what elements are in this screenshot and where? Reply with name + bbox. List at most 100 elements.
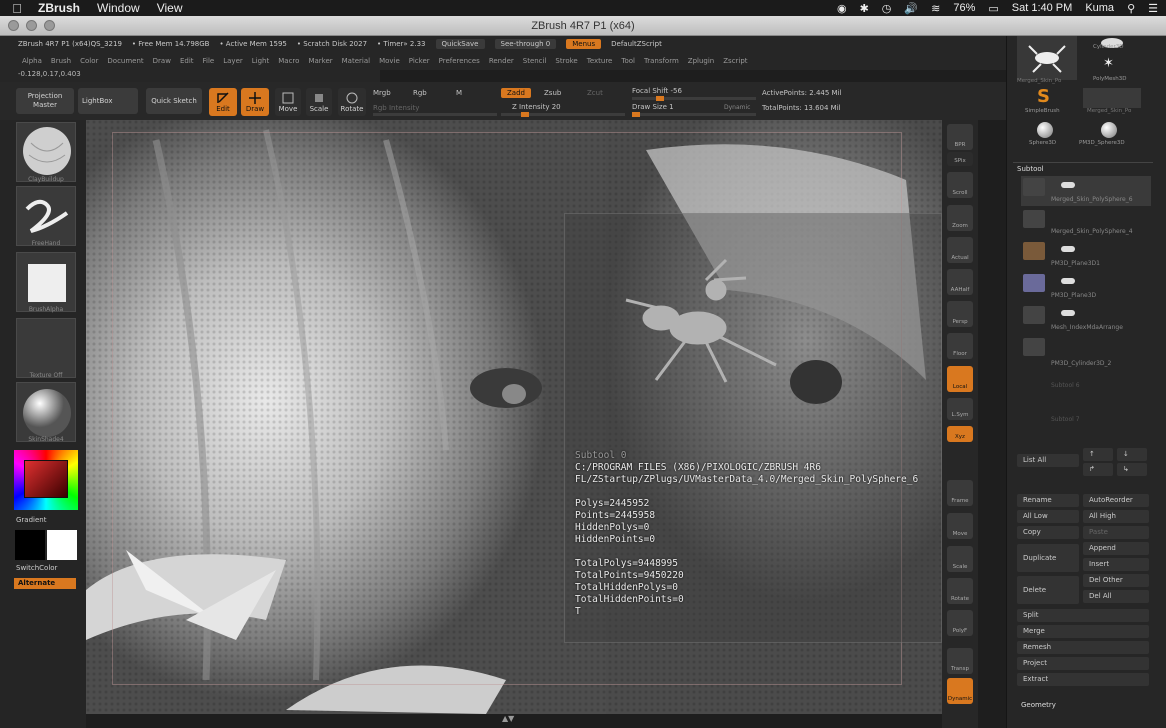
simplebrush-icon[interactable]: S xyxy=(1037,86,1050,107)
menu-preferences[interactable]: Preferences xyxy=(439,57,480,65)
alternate-button[interactable]: Alternate xyxy=(14,578,76,589)
quick-sketch-button[interactable]: Quick Sketch xyxy=(146,88,202,114)
gradient-label[interactable]: Gradient xyxy=(16,516,46,524)
draw-size-knob[interactable] xyxy=(632,112,640,117)
color-picker[interactable] xyxy=(14,450,78,510)
remesh-button[interactable]: Remesh xyxy=(1017,641,1149,654)
transp-button[interactable]: Transp xyxy=(947,648,973,674)
menu-render[interactable]: Render xyxy=(489,57,514,65)
menu-light[interactable]: Light xyxy=(252,57,269,65)
menu-document[interactable]: Document xyxy=(107,57,143,65)
battery-percent[interactable]: 76% xyxy=(953,2,975,14)
subtool-item-7[interactable]: Subtool 7 xyxy=(1021,400,1151,430)
see-through-slider[interactable]: See-through 0 xyxy=(494,39,557,49)
main-color-swatch[interactable] xyxy=(15,530,45,560)
subtool-item-1[interactable]: Merged_Skin_PolySphere_4 xyxy=(1021,208,1151,238)
current-tool-thumbnail[interactable] xyxy=(1017,36,1077,80)
polymesh-star-icon[interactable]: ✶ xyxy=(1103,56,1114,71)
menu-transform[interactable]: Transform xyxy=(644,57,679,65)
rgb-intensity-slider[interactable]: Rgb Intensity xyxy=(373,104,419,112)
move-view-button[interactable]: Move xyxy=(947,513,973,539)
default-zscript-button[interactable]: DefaultZScript xyxy=(611,40,662,48)
brush-thumbnail[interactable] xyxy=(16,122,76,182)
dynamic-button[interactable]: Dynamic xyxy=(724,104,750,111)
scale-view-button[interactable]: Scale xyxy=(947,546,973,572)
scroll-button[interactable]: Scroll xyxy=(947,172,973,198)
notification-center-icon[interactable]: ☰ xyxy=(1148,2,1158,15)
apple-icon[interactable]:  xyxy=(0,1,34,16)
draw-size-slider[interactable]: Draw Size 1 xyxy=(632,103,674,111)
sphere3d-icon[interactable] xyxy=(1037,122,1053,138)
menu-marker[interactable]: Marker xyxy=(308,57,332,65)
paste-button[interactable]: Paste xyxy=(1083,526,1149,539)
subtool-up-arrow-icon[interactable]: ↑ xyxy=(1083,448,1113,461)
subtool-item-6[interactable]: Subtool 6 xyxy=(1021,366,1151,396)
rename-button[interactable]: Rename xyxy=(1017,494,1079,507)
actual-button[interactable]: Actual xyxy=(947,237,973,263)
color-picker-square[interactable] xyxy=(24,460,68,498)
rotate-mode-button[interactable]: Rotate xyxy=(338,88,366,116)
subtool-item-0[interactable]: Merged_Skin_PolySphere_6 xyxy=(1021,176,1151,206)
pm3d-sphere-icon[interactable] xyxy=(1101,122,1117,138)
edit-mode-button[interactable]: Edit xyxy=(209,88,237,116)
bluetooth-icon[interactable]: ✱ xyxy=(860,2,869,15)
local-button[interactable]: Local xyxy=(947,366,973,392)
z-intensity-slider[interactable]: Z Intensity 20 xyxy=(512,103,561,111)
insert-button[interactable]: Insert xyxy=(1083,558,1149,571)
menu-picker[interactable]: Picker xyxy=(409,57,430,65)
subtool-visibility-toggle-3[interactable] xyxy=(1061,278,1075,284)
menu-window[interactable]: Window xyxy=(97,1,140,15)
menu-alpha[interactable]: Alpha xyxy=(22,57,42,65)
user-name[interactable]: Kuma xyxy=(1085,2,1114,14)
split-button[interactable]: Split xyxy=(1017,609,1149,622)
frame-button[interactable]: Frame xyxy=(947,480,973,506)
battery-icon[interactable]: ▭ xyxy=(988,2,998,15)
scale-mode-button[interactable]: Scale xyxy=(306,88,332,116)
lsym-button[interactable]: L.Sym xyxy=(947,398,973,420)
mrgb-button[interactable]: Mrgb xyxy=(373,89,391,97)
bpr-button[interactable]: BPR xyxy=(947,124,973,150)
subtool-item-5[interactable]: PM3D_Cylinder3D_2 xyxy=(1021,336,1151,367)
zsub-button[interactable]: Zsub xyxy=(544,89,561,97)
volume-icon[interactable]: 🔊 xyxy=(904,2,918,15)
menu-zscript[interactable]: Zscript xyxy=(723,57,747,65)
rgb-intensity-track[interactable] xyxy=(373,113,497,116)
subtool-item-3[interactable]: PM3D_Plane3D xyxy=(1021,272,1151,302)
del-all-button[interactable]: Del All xyxy=(1083,590,1149,603)
copy-button[interactable]: Copy xyxy=(1017,526,1079,539)
menu-texture[interactable]: Texture xyxy=(587,57,613,65)
project-button[interactable]: Project xyxy=(1017,657,1149,670)
minimize-window-button[interactable] xyxy=(26,20,37,31)
menu-stencil[interactable]: Stencil xyxy=(523,57,547,65)
subtool-visibility-toggle-0[interactable] xyxy=(1061,182,1075,188)
menu-material[interactable]: Material xyxy=(342,57,370,65)
texture-thumbnail[interactable] xyxy=(16,318,76,378)
menu-movie[interactable]: Movie xyxy=(379,57,400,65)
polyf-button[interactable]: PolyF xyxy=(947,610,973,636)
focal-shift-slider[interactable]: Focal Shift -56 xyxy=(632,87,682,95)
alpha-thumbnail[interactable] xyxy=(16,252,76,312)
menu-stroke[interactable]: Stroke xyxy=(555,57,577,65)
duplicate-button[interactable]: Duplicate xyxy=(1017,544,1079,572)
menus-button[interactable]: Menus xyxy=(566,39,602,49)
geometry-section-title[interactable]: Geometry xyxy=(1021,701,1056,709)
merge-button[interactable]: Merge xyxy=(1017,625,1149,638)
menu-color[interactable]: Color xyxy=(80,57,98,65)
draw-mode-button[interactable]: Draw xyxy=(241,88,269,116)
persp-button[interactable]: Persp xyxy=(947,301,973,327)
canvas-viewport[interactable]: Subtool 0 C:/PROGRAM FILES (X86)/PIXOLOG… xyxy=(86,120,942,714)
draw-size-track[interactable] xyxy=(632,112,756,117)
spix-slider[interactable]: SPix xyxy=(947,152,973,166)
menu-app-zbrush[interactable]: ZBrush xyxy=(38,1,80,15)
all-low-button[interactable]: All Low xyxy=(1017,510,1079,523)
subtool-section-title[interactable]: Subtool xyxy=(1017,165,1044,173)
menu-layer[interactable]: Layer xyxy=(223,57,243,65)
projection-master-button[interactable]: Projection Master xyxy=(16,88,74,114)
menu-draw[interactable]: Draw xyxy=(153,57,171,65)
menu-file[interactable]: File xyxy=(203,57,215,65)
delete-button[interactable]: Delete xyxy=(1017,576,1079,604)
subtool-item-4[interactable]: Mesh_IndexMdaArrange xyxy=(1021,304,1151,334)
aahalf-button[interactable]: AAHalf xyxy=(947,269,973,295)
floor-button[interactable]: Floor xyxy=(947,333,973,359)
zoom-window-button[interactable] xyxy=(44,20,55,31)
